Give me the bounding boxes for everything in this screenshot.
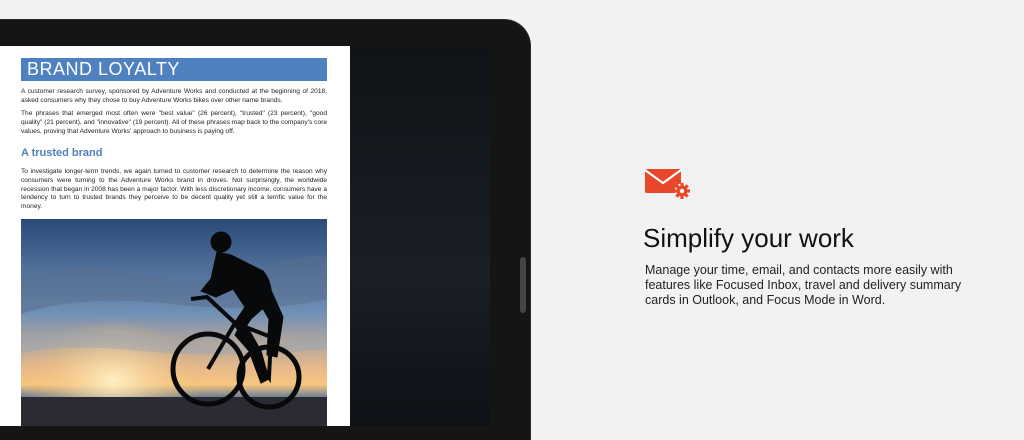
feature-description: Manage your time, email, and contacts mo…	[645, 263, 962, 307]
document-paragraph: A customer research survey, sponsored by…	[21, 88, 327, 104]
mail-gear-icon	[644, 168, 694, 204]
feature-title: Simplify your work	[643, 223, 854, 253]
tablet-device: BRAND LOYALTY A customer research survey…	[0, 20, 530, 440]
document-subheading: A trusted brand	[21, 147, 103, 159]
device-side-button	[520, 257, 526, 313]
cyclist-photo	[21, 219, 327, 426]
document-heading: BRAND LOYALTY	[21, 58, 327, 81]
document-page: BRAND LOYALTY A customer research survey…	[0, 46, 350, 426]
document-paragraph: The phrases that emerged most often were…	[21, 110, 327, 135]
document-paragraph: To investigate longer-term trends, we ag…	[21, 168, 327, 211]
tablet-screen: BRAND LOYALTY A customer research survey…	[0, 46, 490, 426]
app-background	[350, 46, 490, 426]
